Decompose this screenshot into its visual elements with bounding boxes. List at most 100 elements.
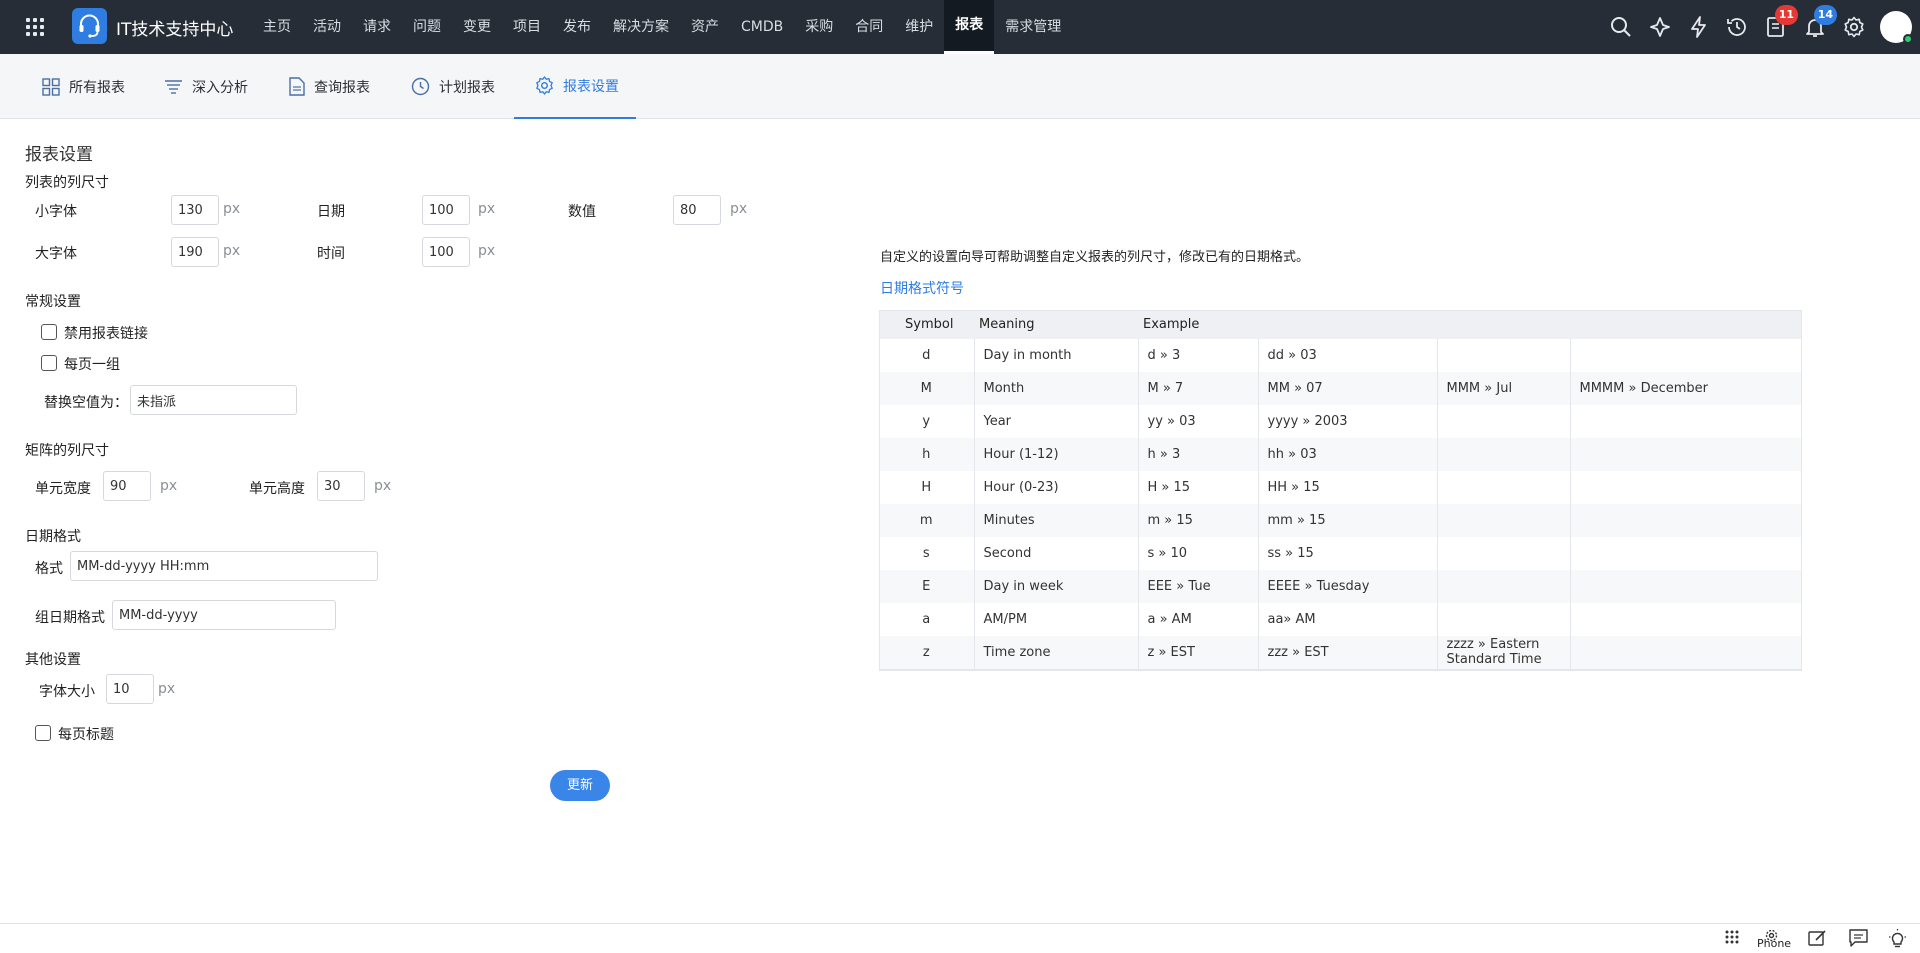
example-cell — [1436, 537, 1570, 570]
meaning-cell: Month — [973, 372, 1138, 405]
example-cell — [1569, 636, 1802, 670]
document-icon — [289, 77, 305, 96]
small-font-input[interactable] — [171, 195, 219, 225]
nav-item-3[interactable]: 问题 — [402, 0, 452, 54]
large-font-label: 大字体 — [35, 246, 77, 262]
symbol-header: Symbol — [879, 310, 974, 339]
symbol-cell: d — [922, 348, 931, 363]
example-cell: mm » 15 — [1257, 504, 1437, 537]
dialpad-icon[interactable] — [1724, 929, 1740, 951]
example-cell: yy » 03 — [1137, 405, 1258, 438]
example-cell: HH » 15 — [1257, 471, 1437, 504]
unit-label: px — [160, 478, 178, 494]
example-cell: h » 3 — [1137, 438, 1258, 471]
nav-item-6[interactable]: 发布 — [552, 0, 602, 54]
table-row: z Time zone z » EST zzz » EST zzzz » Eastern… — [879, 636, 1802, 670]
nav-item-10[interactable]: 采购 — [794, 0, 844, 54]
table-row: M Month M » 7 MM » 07 MMM » Jul MMMM » Decemb… — [879, 372, 1802, 405]
table-row: H Hour (0-23) H » 15 HH » 15 — [879, 471, 1802, 504]
user-avatar[interactable] — [1880, 11, 1913, 44]
date-format-input[interactable] — [70, 551, 378, 581]
lightbulb-icon[interactable] — [1888, 929, 1907, 952]
time-width-input[interactable] — [422, 237, 470, 267]
number-width-input[interactable] — [673, 195, 721, 225]
task-list-icon[interactable]: 11 — [1762, 5, 1798, 41]
nav-item-12[interactable]: 维护 — [894, 0, 944, 54]
disable-links-checkbox[interactable] — [41, 324, 57, 340]
history-icon[interactable] — [1723, 13, 1751, 41]
table-row: y Year yy » 03 yyyy » 2003 — [879, 405, 1802, 438]
meaning-cell: Second — [973, 537, 1138, 570]
example-cell — [1569, 405, 1802, 438]
replace-empty-input[interactable] — [130, 385, 297, 415]
cell-height-label: 单元高度 — [249, 481, 305, 497]
sparkle-pen-icon[interactable] — [1646, 13, 1674, 41]
table-row: s Second s » 10 ss » 15 — [879, 537, 1802, 570]
table-header-row: Symbol Meaning Example — [879, 310, 1802, 339]
symbol-cell: s — [922, 546, 930, 561]
nav-item-1[interactable]: 活动 — [302, 0, 352, 54]
example-cell: dd » 03 — [1257, 339, 1437, 372]
chat-icon[interactable] — [1849, 929, 1868, 951]
nav-item-4[interactable]: 变更 — [452, 0, 502, 54]
grid-icon — [42, 77, 60, 96]
date-format-symbols-link[interactable]: 日期格式符号 — [880, 278, 964, 298]
phone-label[interactable]: Phone — [1757, 937, 1791, 950]
unit-label: px — [478, 243, 496, 259]
tab-report-settings[interactable]: 报表设置 — [514, 54, 636, 119]
nav-item-13[interactable]: 报表 — [944, 0, 995, 54]
example-cell: MMMM » December — [1569, 372, 1802, 405]
edit-note-icon[interactable] — [1808, 929, 1827, 951]
settings-gear-icon[interactable] — [1840, 13, 1868, 41]
example-cell: z » EST — [1137, 636, 1258, 670]
title-per-page-checkbox[interactable] — [35, 725, 51, 741]
bottom-toolbar: Phone — [0, 923, 1920, 953]
example-cell: H » 15 — [1137, 471, 1258, 504]
example-cell: zzz » EST — [1257, 636, 1437, 670]
tab-scheduled-reports[interactable]: 计划报表 — [411, 54, 495, 119]
one-group-per-page-checkbox[interactable] — [41, 355, 57, 371]
nav-item-5[interactable]: 项目 — [502, 0, 552, 54]
meaning-cell: Time zone — [973, 636, 1138, 670]
example-cell — [1436, 471, 1570, 504]
page-title: 报表设置 — [25, 145, 93, 165]
cell-width-input[interactable] — [103, 471, 151, 501]
table-row: a AM/PM a » AM aa» AM — [879, 603, 1802, 636]
other-settings-heading: 其他设置 — [25, 652, 81, 668]
nav-item-9[interactable]: CMDB — [730, 0, 794, 54]
main-nav: 主页 活动 请求 问题 变更 项目 发布 解决方案 资产 CMDB 采购 合同 维护 报表 需求管理 — [252, 0, 1072, 54]
small-font-label: 小字体 — [35, 204, 77, 220]
search-icon[interactable] — [1607, 13, 1635, 41]
apps-grid-icon[interactable] — [26, 18, 44, 36]
tab-all-reports[interactable]: 所有报表 — [42, 54, 125, 119]
example-cell — [1436, 603, 1570, 636]
table-row: m Minutes m » 15 mm » 15 — [879, 504, 1802, 537]
font-size-input[interactable] — [106, 674, 154, 704]
table-row: E Day in week EEE » Tue EEEE » Tuesday — [879, 570, 1802, 603]
nav-item-11[interactable]: 合同 — [844, 0, 894, 54]
update-button[interactable]: 更新 — [550, 770, 610, 801]
table-row: d Day in month d » 3 dd » 03 — [879, 339, 1802, 372]
symbol-cell: z — [879, 636, 974, 670]
bell-icon[interactable]: 14 — [1801, 5, 1837, 41]
nav-item-0[interactable]: 主页 — [252, 0, 302, 54]
group-date-format-input[interactable] — [112, 600, 336, 630]
example-cell — [1569, 339, 1802, 372]
disable-links-label: 禁用报表链接 — [64, 326, 148, 342]
meaning-cell: Hour (0-23) — [973, 471, 1138, 504]
nav-item-8[interactable]: 资产 — [680, 0, 730, 54]
meaning-header: Meaning — [974, 310, 1138, 339]
nav-item-7[interactable]: 解决方案 — [602, 0, 680, 54]
tab-query-reports[interactable]: 查询报表 — [289, 54, 370, 119]
large-font-input[interactable] — [171, 237, 219, 267]
symbol-cell: h — [879, 438, 974, 471]
nav-item-2[interactable]: 请求 — [352, 0, 402, 54]
cell-height-input[interactable] — [317, 471, 365, 501]
top-navbar: IT技术支持中心 主页 活动 请求 问题 变更 项目 发布 解决方案 资产 CMDB 采购 合同 维护报… — [0, 0, 1920, 54]
example-cell: EEE » Tue — [1137, 570, 1258, 603]
tab-label: 所有报表 — [69, 79, 125, 96]
lightning-icon[interactable] — [1685, 13, 1713, 41]
tab-drilldown-analysis[interactable]: 深入分析 — [164, 54, 248, 119]
nav-item-14[interactable]: 需求管理 — [994, 0, 1072, 54]
date-width-input[interactable] — [422, 195, 470, 225]
